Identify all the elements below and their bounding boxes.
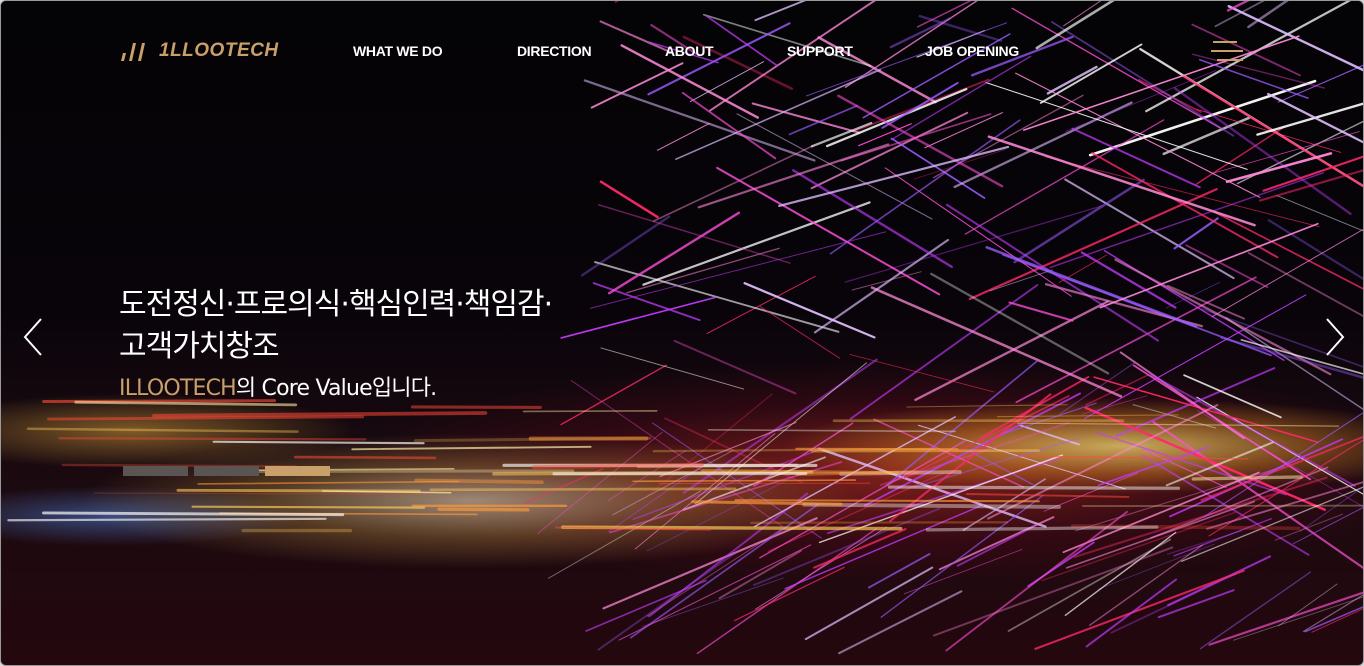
slide-indicator[interactable] — [194, 466, 259, 476]
nav-item-what-we-do[interactable]: WHAT WE DO — [353, 43, 443, 59]
hero-headline-line1: 도전정신·프로의식·핵심인력·책임감· — [119, 287, 553, 322]
hamburger-menu-icon[interactable] — [1211, 39, 1243, 65]
hero-subline: ILLOOTECH의 Core Value입니다. — [119, 370, 437, 402]
hero-headline-line2: 고객가치창조 — [119, 329, 280, 364]
nav-item-about[interactable]: ABOUT — [665, 43, 714, 59]
slide-indicator[interactable] — [123, 466, 188, 476]
chevron-left-icon[interactable] — [21, 315, 47, 359]
slide-indicator[interactable] — [265, 466, 330, 476]
hero-sub-brand: ILLOOTECH — [119, 376, 237, 401]
hero-sub-text: 의 Core Value입니다. — [235, 376, 437, 401]
nav-item-direction[interactable]: DIRECTION — [517, 43, 592, 59]
nav-item-job-opening[interactable]: JOB OPENING — [925, 43, 1019, 59]
website-frame: 1LLOOTECH WHAT WE DO DIRECTION ABOUT SUP… — [0, 0, 1364, 666]
slide-indicators — [123, 466, 330, 476]
hero-headline: 도전정신·프로의식·핵심인력·책임감· 고객가치창조 — [119, 284, 553, 368]
main-nav: WHAT WE DO DIRECTION ABOUT SUPPORT JOB O… — [1, 43, 1363, 63]
nav-item-support[interactable]: SUPPORT — [787, 43, 853, 59]
chevron-right-icon[interactable] — [1321, 315, 1347, 359]
